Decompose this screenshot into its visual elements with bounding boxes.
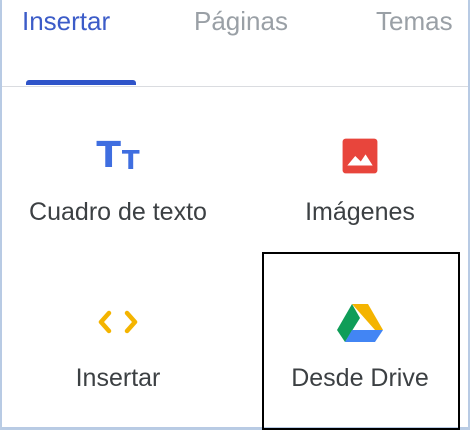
text-box-label: Cuadro de texto bbox=[29, 198, 207, 226]
embed-button[interactable]: Insertar bbox=[16, 254, 220, 424]
tab-bar: Insertar Páginas Temas bbox=[2, 0, 468, 87]
embed-code-icon bbox=[16, 302, 220, 342]
image-icon bbox=[258, 136, 462, 176]
images-button[interactable]: Imágenes bbox=[258, 88, 462, 258]
embed-label: Insertar bbox=[75, 364, 161, 392]
active-tab-indicator bbox=[26, 80, 136, 85]
tab-insertar[interactable]: Insertar bbox=[22, 2, 110, 40]
tab-paginas[interactable]: Páginas bbox=[194, 2, 288, 40]
tab-temas[interactable]: Temas bbox=[376, 2, 453, 40]
images-label: Imágenes bbox=[305, 198, 415, 226]
text-box-button[interactable]: TT Cuadro de texto bbox=[16, 88, 220, 258]
selection-highlight-box bbox=[262, 252, 460, 430]
text-box-icon: TT bbox=[96, 135, 140, 176]
